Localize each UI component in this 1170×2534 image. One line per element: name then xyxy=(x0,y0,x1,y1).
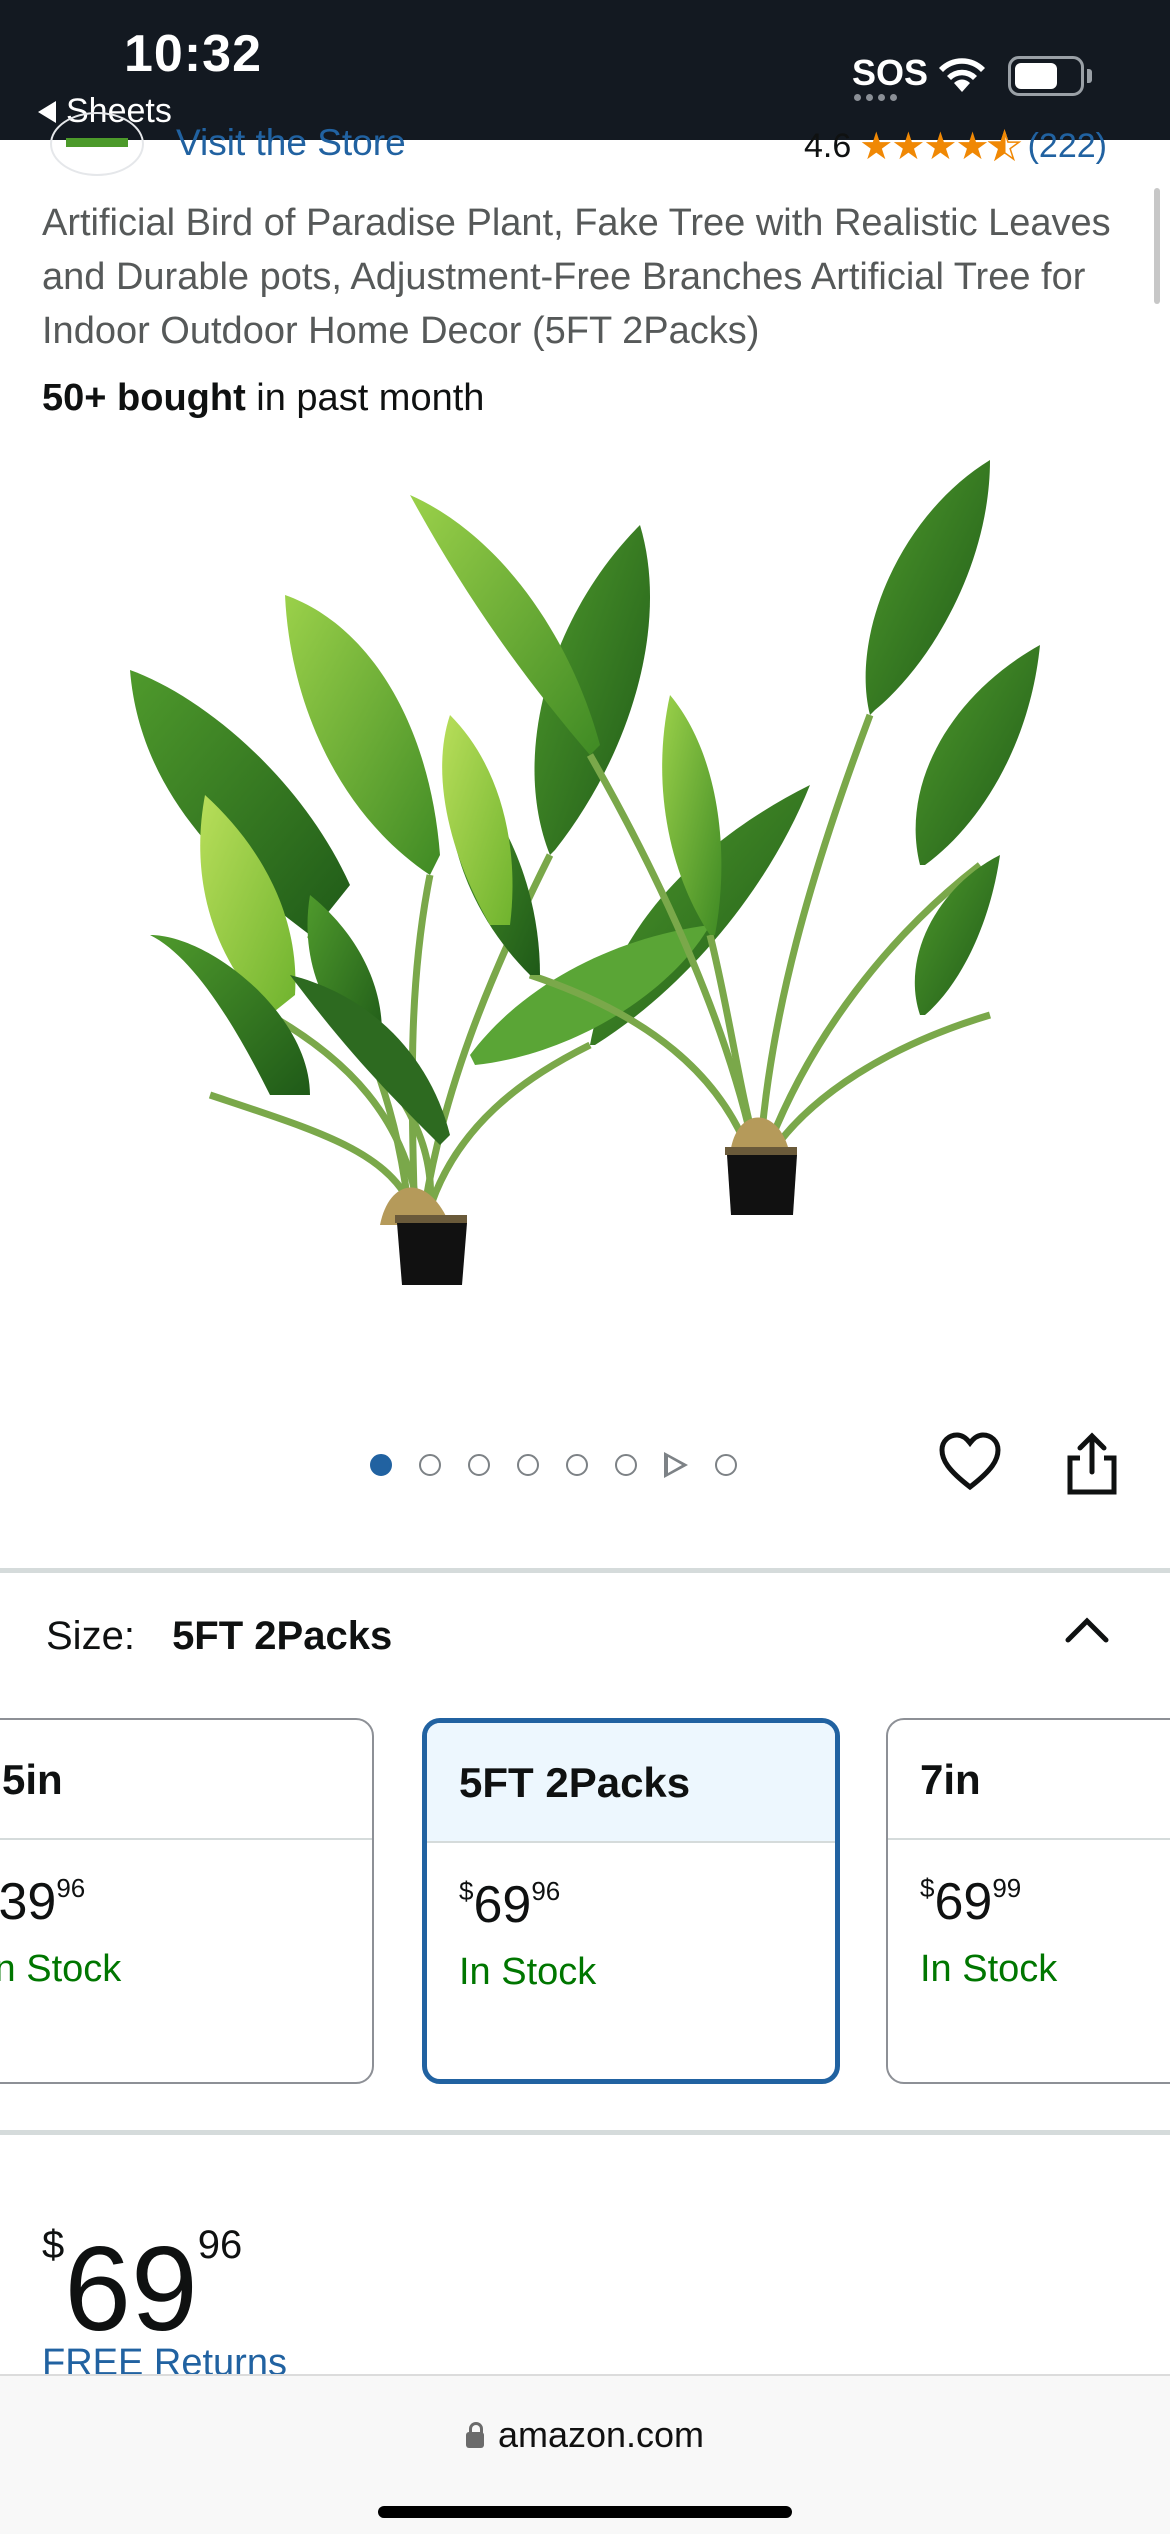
product-image[interactable] xyxy=(110,455,1060,1355)
size-option-price: $6999 xyxy=(920,1873,1022,1931)
visit-store-link[interactable]: Visit the Store xyxy=(176,122,406,164)
divider xyxy=(0,1568,1170,1573)
wifi-icon xyxy=(939,58,985,92)
scrollbar[interactable] xyxy=(1154,188,1160,304)
size-value: 5FT 2Packs xyxy=(172,1614,393,1658)
size-option-stock: In Stock xyxy=(920,1948,1058,1990)
battery-icon xyxy=(1008,56,1092,96)
status-bar: 10:32 Sheets SOS xyxy=(0,0,1170,140)
size-option-card[interactable]: 7in $6999 In Stock xyxy=(886,1718,1170,2084)
bought-count-rest: in past month xyxy=(245,377,485,419)
product-price: $6996 xyxy=(42,2180,242,2354)
signal-dots-icon xyxy=(854,94,897,101)
size-option-price: $6996 xyxy=(459,1876,561,1934)
chevron-up-icon[interactable] xyxy=(1064,1614,1110,1644)
sos-indicator: SOS xyxy=(852,52,929,93)
price-currency: $ xyxy=(42,2223,65,2267)
pager-dot-3[interactable] xyxy=(468,1454,490,1476)
size-option-name: 5FT 2Packs xyxy=(427,1723,835,1843)
size-option-stock: In Stock xyxy=(0,1948,122,1990)
store-logo[interactable] xyxy=(50,112,144,176)
bought-count: 50+ bought in past month xyxy=(42,377,484,420)
price-dollars: 69 xyxy=(64,2222,198,2356)
size-option-name: 7in xyxy=(888,1720,1170,1840)
pager-dot-1[interactable] xyxy=(370,1454,392,1476)
rating-count-link[interactable]: (222) xyxy=(1028,127,1107,166)
home-indicator[interactable] xyxy=(378,2506,792,2518)
size-option-name: 5in xyxy=(0,1720,372,1840)
address-bar[interactable]: amazon.com xyxy=(0,2414,1170,2456)
back-arrow-icon xyxy=(38,100,56,123)
bought-count-bold: 50+ bought xyxy=(42,377,246,419)
price-cents: 96 xyxy=(197,2223,243,2267)
pager-dot-6[interactable] xyxy=(615,1454,637,1476)
size-option-price: $3996 xyxy=(0,1873,86,1931)
url-text: amazon.com xyxy=(497,2414,705,2455)
pager-dot-4[interactable] xyxy=(517,1454,539,1476)
size-selector-header[interactable]: Size: 5FT 2Packs xyxy=(46,1614,392,1659)
star-rating-icon: ★★★★★ xyxy=(859,125,1022,169)
image-pager[interactable] xyxy=(370,1450,737,1480)
divider xyxy=(0,2130,1170,2135)
size-option-stock: In Stock xyxy=(459,1951,597,1993)
pager-dot-2[interactable] xyxy=(419,1454,441,1476)
rating-value: 4.6 xyxy=(804,127,852,165)
pager-dot-8[interactable] xyxy=(715,1454,737,1476)
share-icon[interactable] xyxy=(1066,1432,1118,1496)
pager-dot-5[interactable] xyxy=(566,1454,588,1476)
size-option-card-selected[interactable]: 5FT 2Packs $6996 In Stock xyxy=(422,1718,840,2084)
rating-summary[interactable]: 4.6 ★★★★★ (222) xyxy=(804,124,1107,169)
heart-icon[interactable] xyxy=(938,1432,1002,1492)
size-option-card[interactable]: 5in $3996 In Stock xyxy=(0,1718,374,2084)
product-title: Artificial Bird of Paradise Plant, Fake … xyxy=(42,202,1111,352)
video-play-icon[interactable] xyxy=(664,1452,688,1478)
browser-bottom-bar: amazon.com xyxy=(0,2374,1170,2534)
size-label: Size: xyxy=(46,1614,135,1658)
clock: 10:32 xyxy=(124,25,262,83)
lock-icon xyxy=(465,2422,484,2448)
